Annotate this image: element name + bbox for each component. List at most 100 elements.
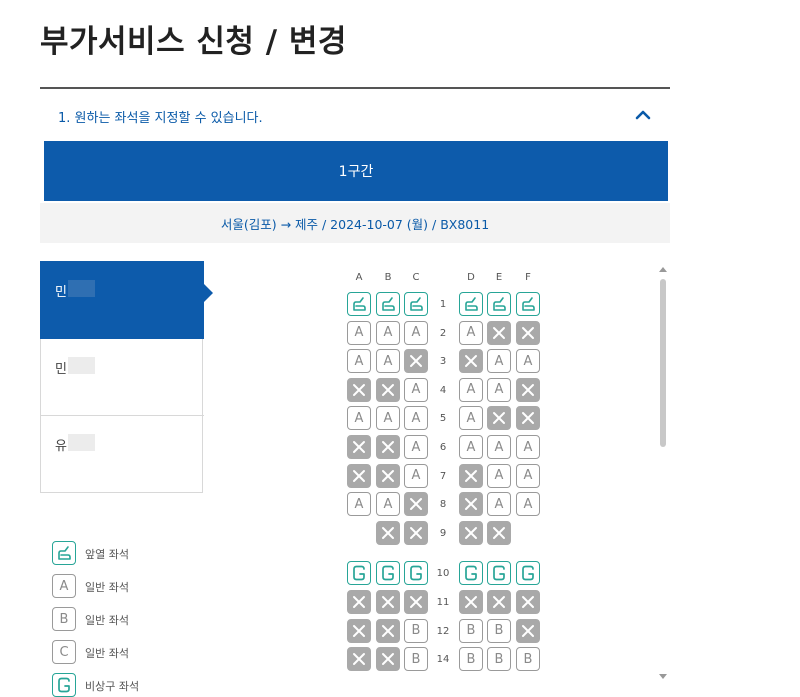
seat-exit-10c[interactable] (404, 561, 428, 586)
seat-5d[interactable]: A (459, 406, 483, 431)
name-mask (68, 280, 95, 297)
row-number: 9 (439, 527, 447, 539)
row-number: 3 (439, 356, 447, 368)
seat-4e[interactable]: A (487, 377, 511, 402)
legend-label: 앞열 좌석 (85, 548, 129, 561)
seat-5b[interactable]: A (376, 406, 400, 431)
seat-occupied-11f (516, 590, 540, 614)
seat-exit-10f[interactable] (516, 561, 540, 586)
passenger-list: 민 민 유 (40, 261, 213, 493)
row-number: 11 (436, 597, 450, 608)
seat-7f[interactable]: A (516, 463, 540, 488)
seat-2b[interactable]: A (376, 320, 400, 345)
column-label-d: D (467, 272, 475, 283)
seat-8e[interactable]: A (487, 492, 511, 517)
seat-3b[interactable]: A (376, 349, 400, 374)
seat-6e[interactable]: A (487, 435, 511, 459)
seat-14e[interactable]: B (487, 647, 511, 672)
legend-label: 일반 좌석 (85, 614, 129, 627)
seat-occupied-11c (404, 590, 428, 614)
seat-occupied-9d (459, 520, 483, 545)
seat-occupied-6a (347, 435, 371, 459)
seat-occupied-7b (376, 463, 400, 488)
seatmap-scrollbar[interactable] (656, 263, 670, 684)
passenger-item-1[interactable]: 민 (40, 261, 213, 339)
seat-front-1e[interactable] (487, 292, 511, 316)
seat-8a[interactable]: A (347, 492, 371, 517)
seat-front-1f[interactable] (516, 292, 540, 316)
seat-14d[interactable]: B (459, 647, 483, 672)
front-seat-icon (52, 541, 76, 565)
legend-label: 일반 좌석 (85, 647, 129, 660)
column-label-b: B (384, 272, 392, 283)
seat-exit-10e[interactable] (487, 561, 511, 586)
row-number: 5 (439, 413, 447, 425)
seat-occupied-7a (347, 463, 371, 488)
seat-occupied-11b (376, 590, 400, 614)
seat-occupied-14b (376, 647, 400, 672)
seat-occupied-12f (516, 618, 540, 643)
title-divider (40, 87, 670, 89)
seat-8f[interactable]: A (516, 492, 540, 517)
seat-occupied-9b (376, 520, 400, 545)
seat-front-1c[interactable] (404, 292, 428, 316)
passenger-name: 유 (55, 439, 67, 454)
seat-occupied-5e (487, 406, 511, 431)
seat-occupied-3d (459, 349, 483, 374)
seat-occupied-9c (404, 520, 428, 545)
seat-occupied-2e (487, 320, 511, 345)
seat-5c[interactable]: A (404, 406, 428, 431)
accordion-header[interactable]: 1. 원하는 좌석을 지정할 수 있습니다. (40, 92, 670, 138)
seat-3a[interactable]: A (347, 349, 371, 374)
seat-occupied-6b (376, 435, 400, 459)
seat-5a[interactable]: A (347, 406, 371, 431)
segment-tab-1[interactable]: 1구간 (44, 141, 668, 201)
seat-7e[interactable]: A (487, 463, 511, 488)
row-number: 10 (436, 568, 450, 580)
seat-occupied-4a (347, 377, 371, 402)
seat-occupied-3c (404, 349, 428, 374)
seat-occupied-4f (516, 377, 540, 402)
seat-exit-10b[interactable] (376, 561, 400, 586)
segment-label: 1구간 (338, 164, 374, 180)
seat-exit-10d[interactable] (459, 561, 483, 586)
seat-12c[interactable]: B (404, 618, 428, 643)
seat-14f[interactable]: B (516, 647, 540, 672)
column-label-a: A (355, 272, 363, 283)
seat-6c[interactable]: A (404, 435, 428, 459)
row-number: 8 (439, 499, 447, 511)
seat-3e[interactable]: A (487, 349, 511, 374)
seat-3f[interactable]: A (516, 349, 540, 374)
passenger-item-3[interactable]: 유 (41, 416, 204, 493)
chevron-up-icon[interactable] (630, 100, 656, 128)
seat-7c[interactable]: A (404, 463, 428, 488)
passenger-item-2[interactable]: 민 (41, 339, 204, 416)
seat-12d[interactable]: B (459, 618, 483, 643)
column-label-f: F (525, 272, 531, 283)
seat-8b[interactable]: A (376, 492, 400, 517)
row-number: 12 (436, 625, 450, 637)
scroll-thumb[interactable] (660, 279, 666, 447)
seat-front-1d[interactable] (459, 292, 483, 316)
seat-2d[interactable]: A (459, 320, 483, 345)
legend-label: 일반 좌석 (85, 581, 129, 594)
seat-6f[interactable]: A (516, 435, 540, 459)
seat-4c[interactable]: A (404, 377, 428, 402)
row-number: 7 (439, 470, 447, 482)
seat-front-1a[interactable] (347, 292, 371, 316)
name-mask (68, 357, 95, 374)
seat-14c[interactable]: B (404, 647, 428, 672)
seat-2a[interactable]: A (347, 320, 371, 345)
seat-4d[interactable]: A (459, 377, 483, 402)
scroll-up-arrow-icon[interactable] (659, 267, 667, 272)
seat-occupied-9e (487, 520, 511, 545)
scroll-down-arrow-icon[interactable] (659, 674, 667, 679)
seat-exit-10a[interactable] (347, 561, 371, 586)
seat-front-1b[interactable] (376, 292, 400, 316)
seat-occupied-11a (347, 590, 371, 614)
general-seat-icon: B (52, 607, 76, 631)
seat-2c[interactable]: A (404, 320, 428, 345)
seat-6d[interactable]: A (459, 435, 483, 459)
seat-occupied-5f (516, 406, 540, 431)
seat-12e[interactable]: B (487, 618, 511, 643)
